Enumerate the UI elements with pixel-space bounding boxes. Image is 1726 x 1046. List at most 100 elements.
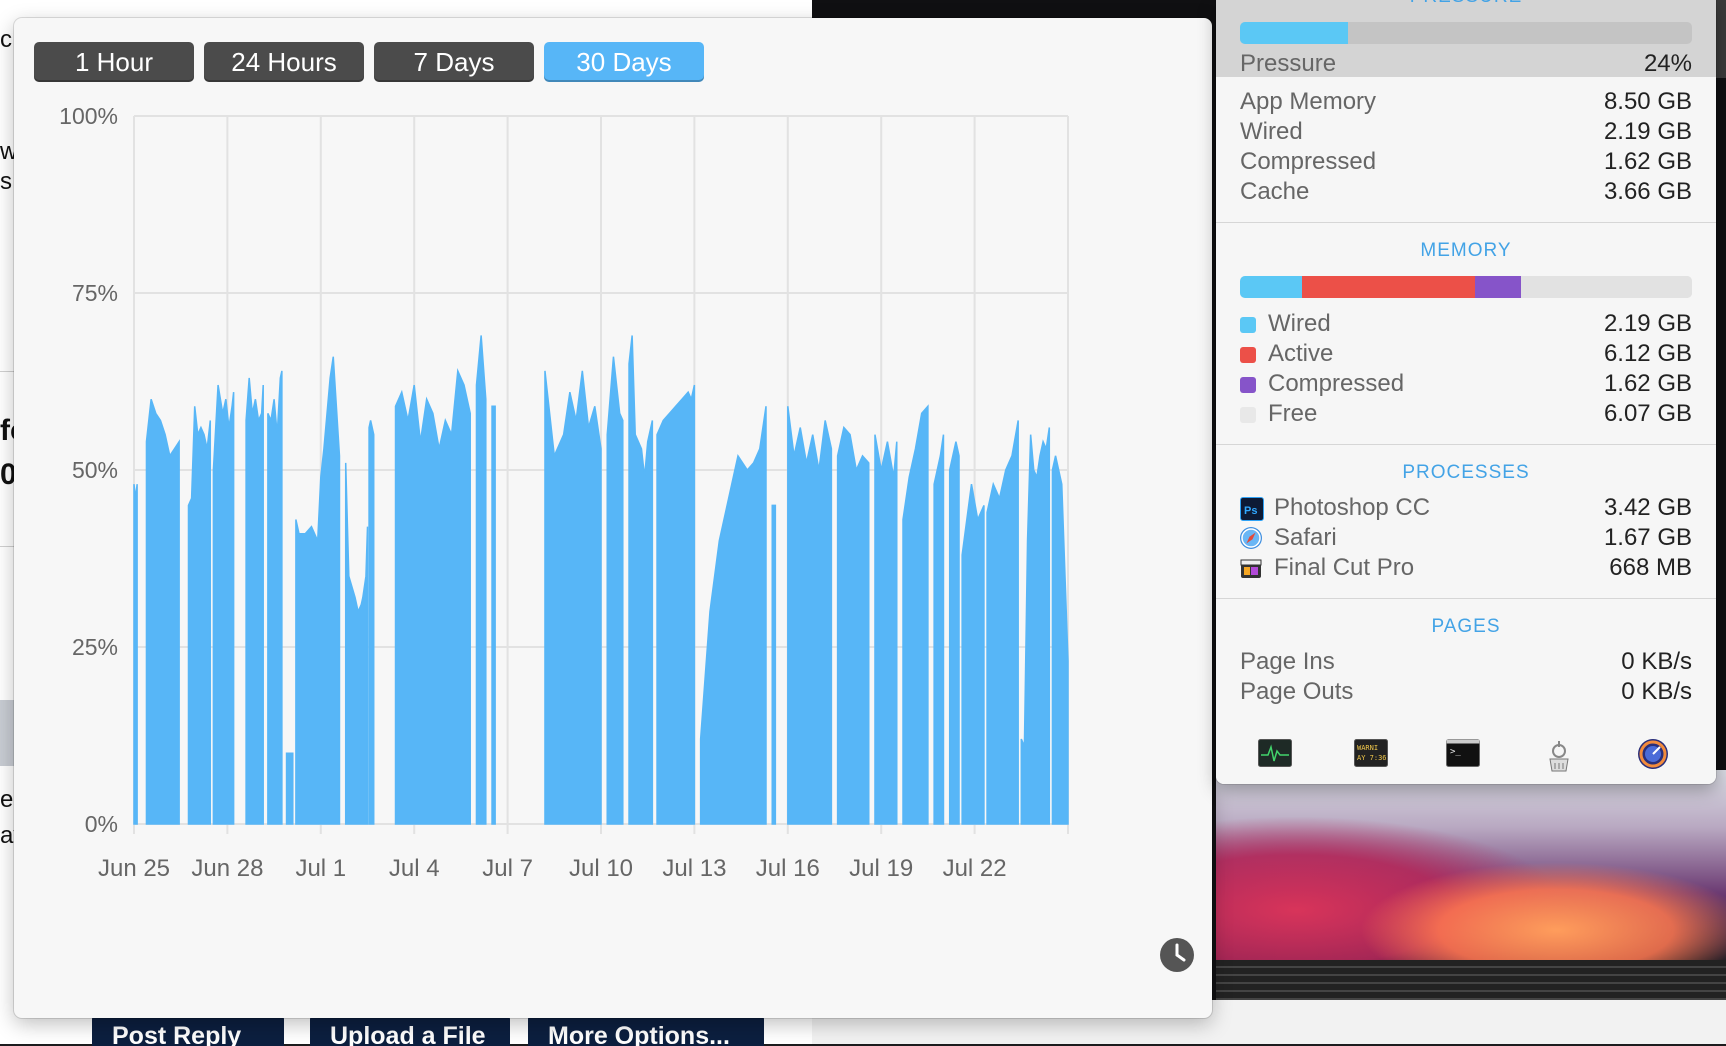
utility-toolbar: WARNI AY 7:36 >_ [1216,722,1716,784]
usage-area-segment [145,398,180,825]
summary-label: Cache [1240,178,1310,205]
process-row[interactable]: Final Cut Pro 668 MB [1240,554,1692,584]
x-tick-label: Jul 16 [756,855,820,882]
legend-value: 2.19 GB [1603,310,1692,337]
compressed-swatch [1240,377,1256,393]
memory-summary-row: Compressed 1.62 GB [1240,148,1692,178]
y-tick-label: 100% [59,103,118,129]
disk-utility-icon[interactable] [1542,739,1576,772]
pages-value: 0 KB/s [1621,648,1692,675]
x-tick-label: Jul 22 [943,855,1007,882]
x-tick-label: Jul 10 [569,855,633,882]
usage-area-segment [933,434,945,825]
memory-summary-row: App Memory 8.50 GB [1240,88,1692,118]
svg-text:Ps: Ps [1244,505,1257,517]
pressure-label: Pressure [1240,50,1337,77]
memory-usage-bar [1240,276,1692,298]
x-tick-label: Jul 7 [482,855,533,882]
summary-value: 1.62 GB [1603,148,1692,175]
final-cut-pro-icon [1240,557,1262,579]
background-block [0,700,14,766]
summary-value: 8.50 GB [1603,88,1692,115]
usage-area-segment [368,420,375,825]
terminal-icon[interactable]: >_ [1446,739,1480,767]
pages-row: Page Ins 0 KB/s [1240,648,1692,678]
pages-label: Page Ins [1240,648,1335,675]
usage-area-segment [475,335,487,825]
pressure-value: 24% [1643,50,1692,77]
pressure-row: Pressure 24% [1240,50,1692,80]
pressure-heading: PRESSURE [1216,0,1716,8]
usage-area-segment [394,367,471,825]
background-text-fragment: c [0,26,12,53]
usage-area-segment [961,484,985,825]
legend-label: Compressed [1268,370,1405,397]
safari-icon [1240,527,1262,549]
summary-label: Compressed [1240,148,1377,175]
usage-area-segment [836,425,870,825]
active-swatch [1240,347,1256,363]
background-text-fragment: s [0,168,12,195]
x-tick-label: Jul 19 [849,855,913,882]
summary-label: App Memory [1240,88,1377,115]
summary-value: 3.66 GB [1603,178,1692,205]
y-tick-label: 50% [72,457,118,483]
memory-heading: MEMORY [1420,240,1512,261]
x-tick-label: Jul 4 [389,855,440,882]
y-axis-ticks: 100% 75% 50% 25% 0% [59,103,118,837]
usage-area-segment [948,441,960,825]
x-tick-label: Jun 28 [191,855,263,882]
console-icon-text: WARNI [1357,744,1378,752]
memory-bar-segment [1474,276,1521,298]
process-name: Final Cut Pro [1274,554,1415,581]
process-memory: 668 MB [1609,554,1692,581]
process-row[interactable]: Ps Photoshop CC 3.42 GB [1240,494,1692,524]
process-memory: 3.42 GB [1603,494,1692,521]
usage-area-segment [771,504,777,825]
memory-history-popover: 1 Hour 24 Hours 7 Days 30 Days 100% 75% 50… [14,18,1212,1018]
pages-value: 0 KB/s [1621,678,1692,705]
desktop-dock-edge [1216,960,1726,1004]
istat-icon[interactable] [1636,739,1670,769]
console-icon[interactable]: WARNI AY 7:36 [1354,739,1388,767]
memory-bar-segment [1301,276,1475,298]
more-options-button[interactable]: More Options... [528,1016,764,1046]
process-row[interactable]: Safari 1.67 GB [1240,524,1692,554]
memory-stats-panel: PRESSURE Pressure 24% App Memory 8.50 GB… [1216,0,1716,784]
memory-legend-row: Compressed 1.62 GB [1240,370,1692,400]
y-tick-label: 0% [85,811,118,837]
pages-heading: PAGES [1431,616,1501,637]
legend-label: Wired [1268,310,1331,337]
legend-value: 6.07 GB [1603,400,1692,427]
legend-label: Free [1268,400,1318,427]
y-tick-label: 75% [72,280,118,306]
divider [1216,444,1716,445]
memory-legend-row: Free 6.07 GB [1240,400,1692,430]
x-tick-label: Jul 1 [295,855,346,882]
usage-area-segment [606,356,624,825]
divider [0,371,14,372]
pressure-bar-fill [1240,22,1349,44]
photoshop-icon: Ps [1240,497,1264,521]
usage-area-segment [285,752,294,825]
desktop-wallpaper [1216,770,1726,960]
usage-area-segment [267,370,283,825]
pages-row: Page Outs 0 KB/s [1240,678,1692,708]
divider [1216,222,1716,223]
terminal-icon-text: >_ [1450,747,1461,757]
summary-value: 2.19 GB [1603,118,1692,145]
activity-monitor-icon[interactable] [1258,739,1292,767]
upload-file-button[interactable]: Upload a File [310,1016,510,1046]
clock-icon[interactable] [1160,938,1194,972]
process-memory: 1.67 GB [1603,524,1692,551]
memory-summary-row: Cache 3.66 GB [1240,178,1692,208]
usage-area-segment [245,377,264,825]
legend-label: Active [1268,340,1334,367]
memory-bar-segment [1240,276,1302,298]
x-tick-label: Jun 25 [98,855,170,882]
y-tick-label: 25% [72,634,118,660]
post-reply-button[interactable]: Post Reply [92,1016,284,1046]
pages-label: Page Outs [1240,678,1354,705]
memory-pressure-chart: 100% 75% 50% 25% 0% Jun 25 Jun 28 Jul 1 Jul 4 Ju… [59,103,1182,912]
divider [1216,598,1716,599]
